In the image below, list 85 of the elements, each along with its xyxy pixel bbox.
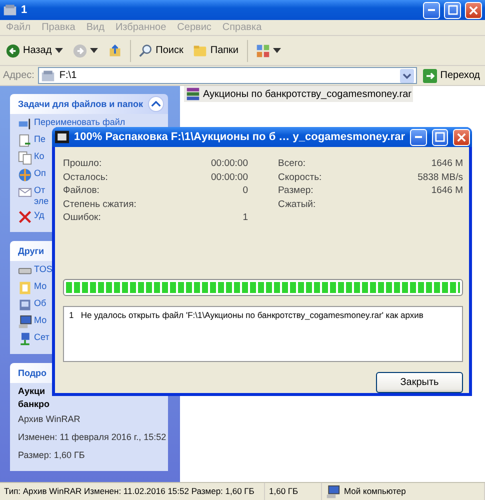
task-link[interactable]: От эле	[34, 185, 49, 207]
detail-text: Архив WinRAR	[18, 413, 82, 426]
stat-value: 00:00:00	[211, 158, 248, 170]
task-link[interactable]: Мо	[34, 281, 47, 292]
caret-icon	[54, 48, 63, 53]
task-link[interactable]: Пе	[34, 134, 46, 145]
folder-icon	[41, 68, 56, 82]
stat-label: Всего:	[278, 158, 306, 170]
log-message: 1 Не удалось открыть файл 'F:\1\Аукционы по банкротству_cogamesmoney.rar' как архив	[69, 310, 424, 320]
computer-icon	[326, 484, 340, 498]
archive-icon	[186, 87, 200, 101]
maximize-button[interactable]	[444, 2, 461, 18]
envelope-icon	[18, 185, 32, 199]
task-link[interactable]: TOS	[34, 264, 52, 275]
minimize-button[interactable]	[423, 2, 440, 18]
status-field: 1,60 ГБ	[265, 483, 322, 500]
stat-value: 1	[242, 212, 248, 224]
address-field[interactable]: F:\1	[38, 67, 418, 84]
panel-title: Подро	[18, 368, 47, 378]
computer-icon	[18, 315, 32, 329]
search-icon	[138, 44, 153, 58]
close-dialog-button[interactable]: Закрыть	[376, 372, 463, 393]
task-link[interactable]: Переименовать файл	[34, 117, 126, 128]
status-field: Тип: Архив WinRAR Изменен: 11.02.2016 15:52 Размер: 1,60 ГБ	[0, 483, 265, 500]
folder-up-icon	[108, 44, 122, 58]
globe-icon	[18, 168, 32, 182]
stat-label: Размер:	[278, 185, 314, 196]
stat-label: Прошло:	[63, 158, 102, 170]
delete-icon	[18, 210, 32, 224]
caret-icon	[272, 48, 280, 53]
folder-icon	[18, 298, 32, 312]
task-link[interactable]: Мо	[34, 315, 47, 326]
window-title: 1	[21, 4, 28, 16]
detail-text: Аукци	[18, 386, 46, 396]
minimize-icon	[414, 136, 422, 138]
close-icon	[469, 6, 478, 14]
dropdown-icon	[400, 68, 414, 82]
rename-icon	[18, 117, 32, 131]
minimize-icon	[428, 9, 435, 11]
stat-label: Ошибок:	[63, 212, 101, 224]
task-link[interactable]: Ко	[34, 151, 44, 162]
detail-text: Размер: 1,60 ГБ	[18, 449, 86, 462]
folder-icon	[18, 281, 32, 295]
stat-label: Сжатый:	[278, 198, 316, 210]
stat-value: 5838 MB/s	[418, 172, 463, 183]
stat-label: Степень сжатия:	[63, 198, 136, 210]
stat-value: 00:00:00	[211, 172, 248, 183]
dialog-title: 100% Распаковка F:\1\Аукционы по б … у_cogamesmoney.rar	[74, 131, 406, 143]
stat-label: Файлов:	[63, 185, 100, 196]
archive-icon	[55, 130, 69, 144]
maximize-button[interactable]	[432, 128, 448, 146]
maximize-icon	[448, 5, 458, 15]
back-button[interactable]: Назад	[4, 44, 65, 58]
close-button[interactable]	[465, 2, 482, 18]
stat-value: 1646 M	[431, 158, 463, 170]
forward-button[interactable]	[70, 44, 100, 58]
task-link[interactable]: Об	[34, 298, 46, 309]
minimize-button[interactable]	[410, 128, 427, 146]
task-link[interactable]: Сет	[34, 332, 50, 343]
caret-icon	[90, 48, 98, 53]
task-link[interactable]: Оп	[34, 168, 46, 179]
stat-label: Скорость:	[278, 172, 322, 183]
task-link[interactable]: Уд	[34, 210, 44, 221]
folders-button[interactable]: Папки	[191, 44, 240, 58]
status-field: Мой компьютер	[322, 483, 485, 500]
stat-label: Осталось:	[63, 172, 108, 183]
chevron-up-icon	[151, 101, 161, 107]
folder-icon	[193, 44, 208, 58]
stat-value: 1646 M	[431, 185, 463, 196]
go-button[interactable]: Переход	[421, 68, 482, 82]
close-icon	[457, 132, 466, 142]
file-item[interactable]: Аукционы по банкротству_cogamesmoney.rar	[184, 86, 414, 102]
panel-title: Други	[18, 246, 44, 256]
collapse-button[interactable]	[148, 96, 164, 112]
close-button[interactable]	[453, 128, 470, 146]
stat-value: 0	[242, 185, 248, 196]
address-label: Адрес:	[3, 70, 34, 81]
maximize-icon	[435, 132, 446, 142]
views-icon	[256, 44, 270, 58]
copy-icon	[18, 151, 32, 165]
panel-title: Задачи для файлов и папок	[18, 99, 144, 109]
search-button[interactable]: Поиск	[136, 44, 186, 58]
folder-icon	[3, 3, 17, 17]
detail-text: банкро	[18, 399, 50, 409]
network-icon	[18, 332, 32, 346]
